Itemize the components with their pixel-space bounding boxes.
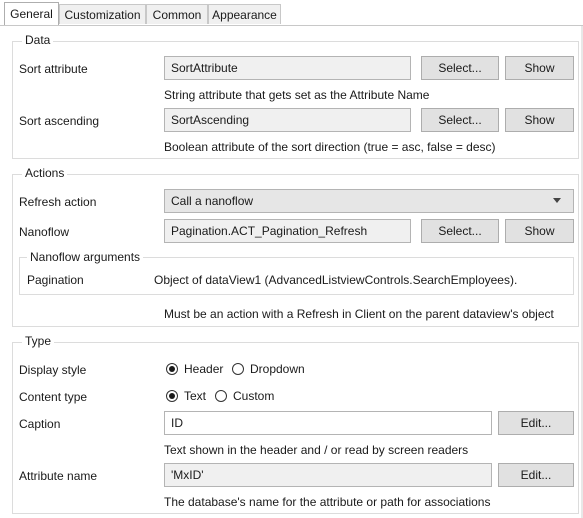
sort-attribute-label: Sort attribute — [19, 62, 88, 76]
attribute-name-edit-button[interactable]: Edit... — [498, 463, 574, 487]
argument-value[interactable]: Object of dataView1 (AdvancedListviewCon… — [154, 273, 517, 287]
nanoflow-field[interactable]: Pagination.ACT_Pagination_Refresh — [164, 219, 411, 243]
nanoflow-arguments-title: Nanoflow arguments — [27, 250, 144, 264]
attribute-name-label: Attribute name — [19, 469, 98, 483]
tab-appearance[interactable]: Appearance — [208, 4, 281, 24]
sort-attribute-hint: String attribute that gets set as the At… — [164, 88, 430, 102]
actions-group-title: Actions — [22, 166, 68, 180]
caption-edit-button[interactable]: Edit... — [498, 411, 574, 435]
content-type-text-option[interactable]: Text — [166, 389, 206, 403]
nanoflow-select-button[interactable]: Select... — [421, 219, 499, 243]
display-style-dropdown-option[interactable]: Dropdown — [232, 362, 305, 376]
nanoflow-label: Nanoflow — [19, 225, 70, 239]
refresh-action-value: Call a nanoflow — [171, 194, 254, 208]
type-group-title: Type — [22, 334, 55, 348]
refresh-action-label: Refresh action — [19, 195, 97, 209]
nanoflow-show-button[interactable]: Show — [505, 219, 574, 243]
sort-attribute-select-button[interactable]: Select... — [421, 56, 499, 80]
argument-name: Pagination — [27, 273, 84, 287]
radio-unchecked-icon — [215, 390, 227, 402]
tab-customization[interactable]: Customization — [59, 4, 146, 24]
display-style-dropdown-label: Dropdown — [250, 362, 305, 376]
actions-group: Actions Refresh action Call a nanoflow N… — [12, 166, 579, 327]
radio-checked-icon — [166, 363, 178, 375]
tab-common[interactable]: Common — [146, 4, 208, 24]
actions-hint: Must be an action with a Refresh in Clie… — [164, 307, 554, 321]
display-style-header-label: Header — [184, 362, 224, 376]
content-type-label: Content type — [19, 390, 88, 404]
sort-ascending-field[interactable]: SortAscending — [164, 108, 411, 132]
content-type-custom-option[interactable]: Custom — [215, 389, 274, 403]
caption-label: Caption — [19, 417, 61, 431]
display-style-header-option[interactable]: Header — [166, 362, 223, 376]
chevron-down-icon — [553, 198, 561, 203]
tab-divider — [0, 25, 583, 26]
attribute-name-hint: The database's name for the attribute or… — [164, 495, 491, 509]
tab-strip: General Customization Common Appearance — [0, 0, 583, 26]
data-group-title: Data — [22, 33, 54, 47]
content-type-custom-label: Custom — [233, 389, 275, 403]
sort-ascending-hint: Boolean attribute of the sort direction … — [164, 140, 496, 154]
sort-attribute-field[interactable]: SortAttribute — [164, 56, 411, 80]
sort-ascending-show-button[interactable]: Show — [505, 108, 574, 132]
data-group: Data Sort attribute SortAttribute Select… — [12, 33, 579, 159]
nanoflow-arguments-group: Nanoflow arguments Pagination Object of … — [19, 250, 574, 295]
sort-attribute-show-button[interactable]: Show — [505, 56, 574, 80]
radio-checked-icon — [166, 390, 178, 402]
attribute-name-field[interactable]: 'MxID' — [164, 463, 492, 487]
refresh-action-select[interactable]: Call a nanoflow — [164, 189, 574, 213]
caption-field[interactable]: ID — [164, 411, 492, 435]
display-style-label: Display style — [19, 363, 87, 377]
caption-hint: Text shown in the header and / or read b… — [164, 443, 469, 457]
tab-general[interactable]: General — [4, 2, 59, 25]
type-group: Type Display style Header Dropdown Conte… — [12, 334, 579, 514]
sort-ascending-label: Sort ascending — [19, 114, 100, 128]
sort-ascending-select-button[interactable]: Select... — [421, 108, 499, 132]
content-type-text-label: Text — [184, 389, 207, 403]
radio-unchecked-icon — [232, 363, 244, 375]
